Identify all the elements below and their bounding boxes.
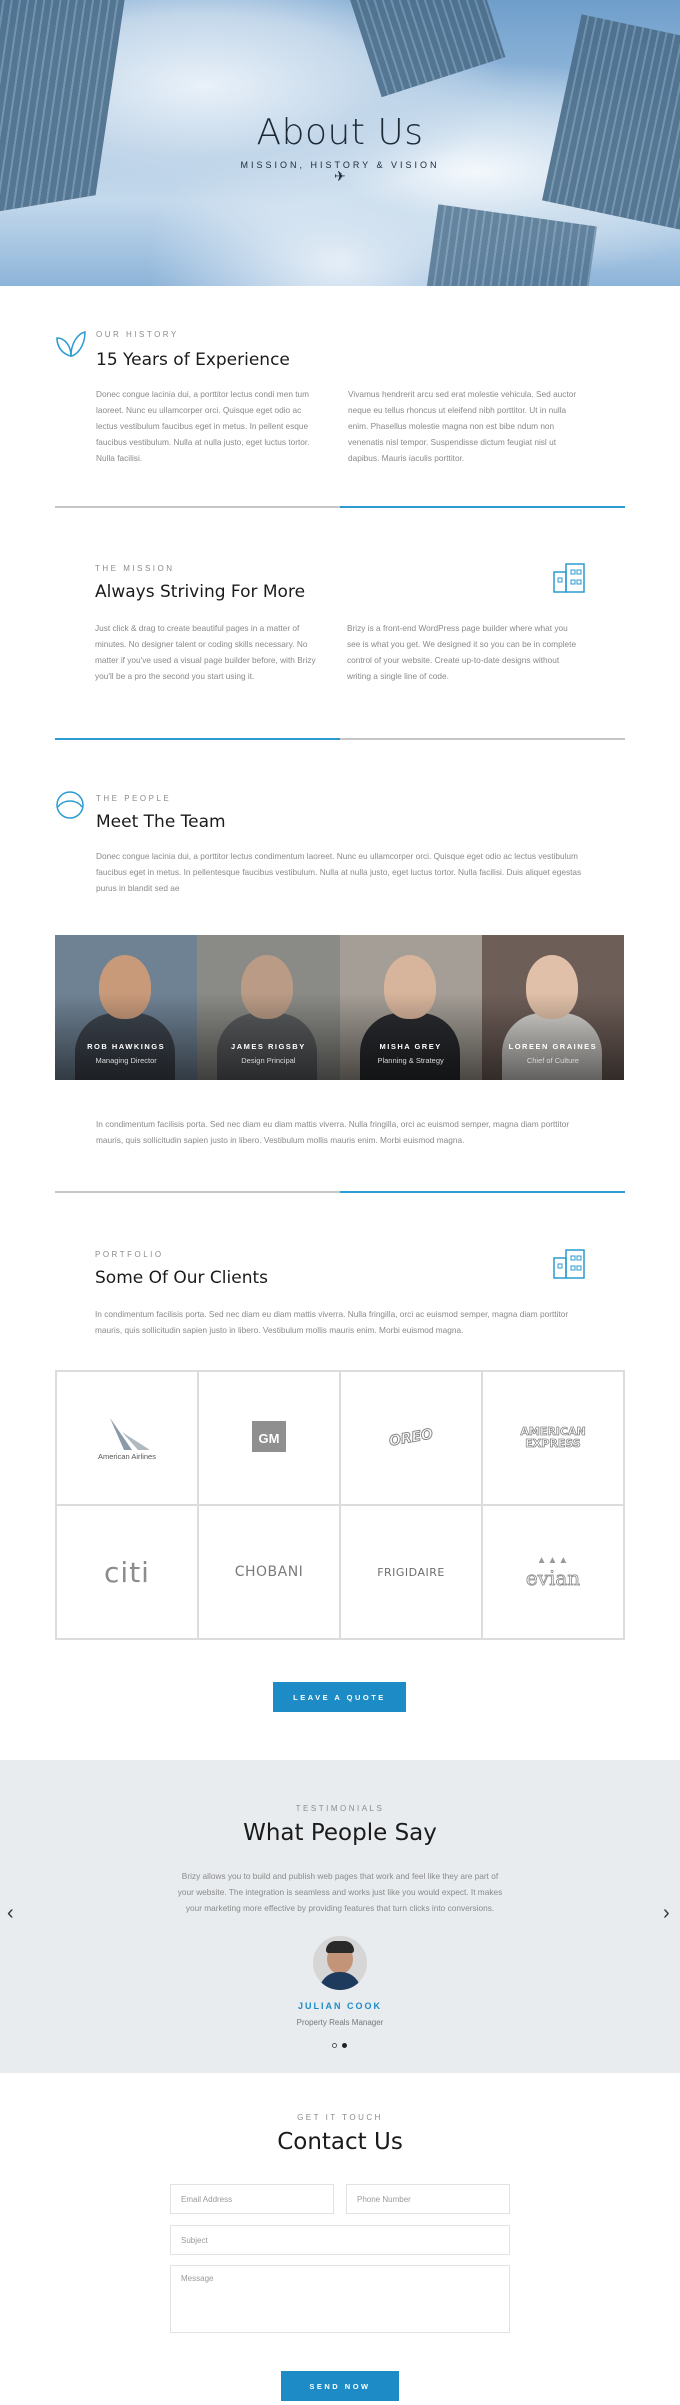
- skyscraper-image: [0, 0, 131, 222]
- client-logo-evian: ▲▲▲ evian: [482, 1505, 624, 1639]
- chevron-left-icon[interactable]: ‹: [7, 1902, 14, 1925]
- page: About Us MISSION, HISTORY & VISION ✈ OUR…: [0, 0, 680, 2405]
- member-name: JAMES RIGSBY: [231, 1042, 306, 1051]
- client-logo-frigidaire: FRIGIDAIRE: [340, 1505, 482, 1639]
- buildings-icon: [552, 562, 586, 599]
- history-text-right: Vivamus hendrerit arcu sed erat molestie…: [348, 389, 577, 463]
- history-text-left: Donec congue lacinia dui, a porttitor le…: [96, 389, 310, 463]
- testimonial-author-role: Property Reals Manager: [296, 2018, 384, 2027]
- leaf-icon: [55, 330, 87, 363]
- portfolio-intro: In condimentum facilisis porta. Sed nec …: [95, 1309, 569, 1335]
- team-member-card[interactable]: MISHA GREY Planning & Strategy: [339, 935, 482, 1080]
- leave-a-quote-button[interactable]: LEAVE A QUOTE: [273, 1682, 406, 1712]
- section-eyebrow: THE MISSION: [95, 564, 175, 573]
- team-gallery: ROB HAWKINGS Managing Director JAMES RIG…: [55, 935, 624, 1080]
- team-outro: In condimentum facilisis porta. Sed nec …: [96, 1119, 570, 1145]
- client-logo-label: AMERICAN EXPRESS: [520, 1425, 586, 1450]
- client-logo-label: OREO: [387, 1426, 435, 1450]
- email-field[interactable]: [170, 2184, 334, 2214]
- client-logo-label: American Airlines: [98, 1451, 156, 1461]
- section-eyebrow: THE PEOPLE: [96, 794, 172, 803]
- client-logo-american-airlines: American Airlines: [56, 1371, 198, 1505]
- subject-field[interactable]: [170, 2225, 510, 2255]
- divider: [55, 1191, 340, 1193]
- mountain-icon: ▲▲▲: [536, 1554, 570, 1566]
- section-heading: Some Of Our Clients: [95, 1268, 269, 1288]
- section-eyebrow: OUR HISTORY: [96, 330, 179, 339]
- send-now-button[interactable]: SEND NOW: [281, 2371, 399, 2401]
- buildings-icon: [552, 1248, 586, 1285]
- carousel-dot[interactable]: [332, 2043, 337, 2048]
- client-logo-oreo: OREO: [340, 1371, 482, 1505]
- avatar: [313, 1936, 367, 1990]
- team-intro: Donec congue lacinia dui, a porttitor le…: [96, 851, 582, 893]
- member-name: MISHA GREY: [379, 1042, 442, 1051]
- divider: [340, 738, 625, 740]
- message-field[interactable]: [170, 2265, 510, 2333]
- divider-accent: [55, 738, 340, 740]
- divider-accent: [340, 506, 625, 508]
- section-eyebrow: TESTIMONIALS: [295, 1804, 385, 1813]
- client-logo-american-express: AMERICAN EXPRESS: [482, 1371, 624, 1505]
- section-heading: 15 Years of Experience: [96, 350, 290, 370]
- team-member-card[interactable]: JAMES RIGSBY Design Principal: [197, 935, 340, 1080]
- sunrise-icon: [55, 790, 85, 825]
- section-heading: Meet The Team: [96, 812, 226, 832]
- client-logo-label: CHOBANI: [234, 1564, 304, 1580]
- hero-banner: About Us MISSION, HISTORY & VISION ✈: [0, 0, 680, 286]
- client-logo-citi: citi: [56, 1505, 198, 1639]
- divider: [55, 506, 340, 508]
- carousel-dot-active[interactable]: [342, 2043, 347, 2048]
- member-name: ROB HAWKINGS: [87, 1042, 166, 1051]
- testimonial-quote: Brizy allows you to build and publish we…: [177, 1871, 503, 1913]
- client-logo-label: GM: [252, 1421, 286, 1455]
- airplane-icon: ✈: [334, 168, 346, 184]
- member-role: Planning & Strategy: [377, 1056, 444, 1065]
- mission-text-left: Just click & drag to create beautiful pa…: [95, 623, 316, 681]
- client-logo-label: citi: [104, 1555, 150, 1589]
- section-eyebrow: PORTFOLIO: [95, 1250, 164, 1259]
- skyscraper-image: [423, 204, 597, 286]
- section-heading: Contact Us: [277, 2129, 403, 2155]
- skyscraper-image: [344, 0, 506, 98]
- page-title: About Us: [256, 112, 424, 153]
- mission-text-right: Brizy is a front-end WordPress page buil…: [347, 623, 577, 681]
- section-heading: Always Striving For More: [95, 582, 306, 602]
- testimonial-author: JULIAN COOK: [297, 2001, 382, 2011]
- chevron-right-icon[interactable]: ›: [663, 1902, 670, 1925]
- client-logo-label: evian: [525, 1565, 581, 1590]
- divider-accent: [340, 1191, 625, 1193]
- team-member-card[interactable]: ROB HAWKINGS Managing Director: [55, 935, 198, 1080]
- member-role: Managing Director: [95, 1056, 157, 1065]
- phone-field[interactable]: [346, 2184, 510, 2214]
- member-name: LOREEN GRAINES: [508, 1042, 598, 1051]
- section-heading: What People Say: [243, 1820, 437, 1846]
- member-role: Chief of Culture: [526, 1056, 579, 1065]
- client-logo-chobani: CHOBANI: [198, 1505, 340, 1639]
- client-logo-grid: American Airlines GM OREO AMERICAN EXPRE…: [55, 1370, 625, 1640]
- client-logo-gm: GM: [198, 1371, 340, 1505]
- section-eyebrow: GET IT TOUCH: [297, 2113, 383, 2122]
- client-logo-label: FRIGIDAIRE: [377, 1565, 445, 1579]
- member-role: Design Principal: [241, 1056, 296, 1065]
- team-member-card[interactable]: LOREEN GRAINES Chief of Culture: [481, 935, 624, 1080]
